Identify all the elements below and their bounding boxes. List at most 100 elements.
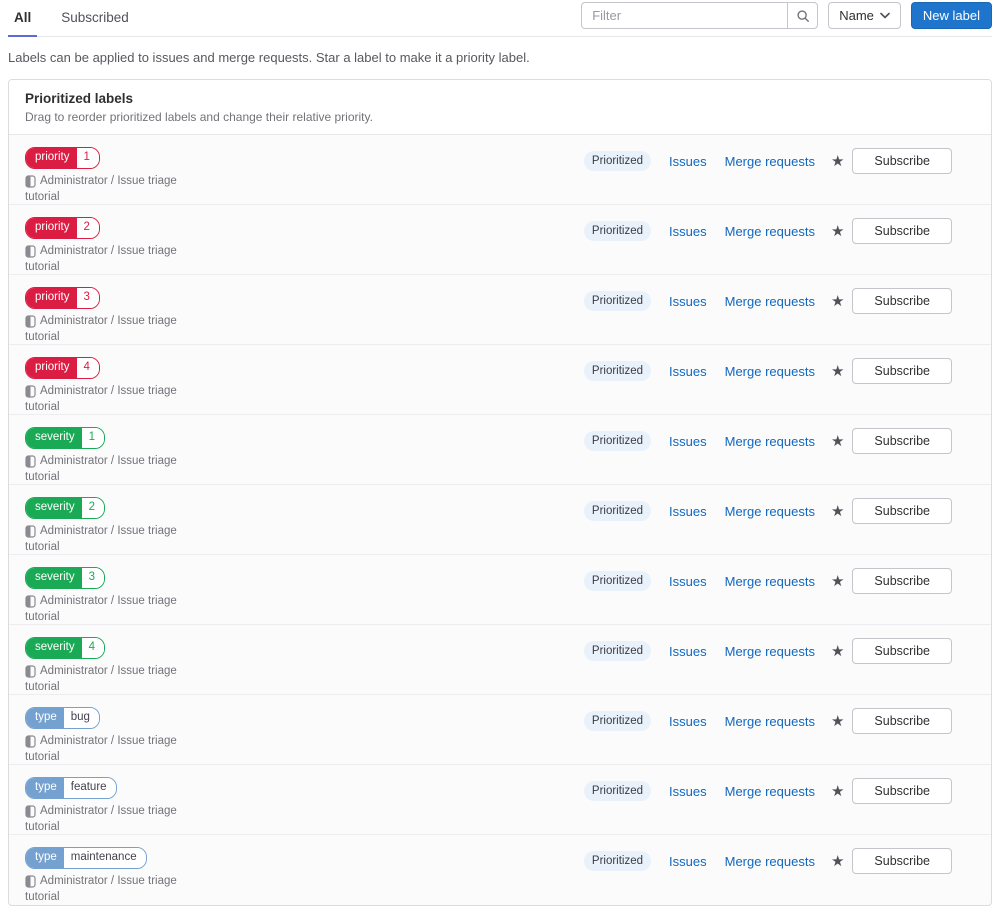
project-path: Administrator / Issue triage [25,594,177,608]
search-icon [797,9,809,22]
subscribe-button[interactable]: Subscribe [852,498,952,524]
subscribe-button[interactable]: Subscribe [852,148,952,174]
filter-input[interactable] [581,2,788,29]
label-row: type bug Administrator / Issue triage tu… [9,695,991,765]
kebab-menu-icon[interactable] [969,298,977,304]
scoped-label-badge[interactable]: severity 1 [25,427,106,449]
star-icon[interactable]: ★ [829,572,846,591]
prioritized-badge: Prioritized [583,571,652,591]
kebab-menu-icon[interactable] [969,368,977,374]
scoped-label-badge[interactable]: type feature [25,777,117,799]
star-icon[interactable]: ★ [829,642,846,661]
scoped-label-badge[interactable]: severity 3 [25,567,106,589]
sort-dropdown-label: Name [839,8,874,23]
label-row: type maintenance Administrator / Issue t… [9,835,991,905]
subscribe-button[interactable]: Subscribe [852,218,952,244]
subscribe-button[interactable]: Subscribe [852,848,952,874]
issues-link[interactable]: Issues [669,224,707,239]
scoped-label-badge[interactable]: type bug [25,707,100,729]
tab-all[interactable]: All [8,0,38,37]
issues-link[interactable]: Issues [669,504,707,519]
scoped-label-badge[interactable]: type maintenance [25,847,147,869]
subscribe-button[interactable]: Subscribe [852,288,952,314]
issues-link[interactable]: Issues [669,854,707,869]
star-icon[interactable]: ★ [829,782,846,801]
label-row-actions: Prioritized Issues Merge requests ★ Subs… [583,638,977,664]
star-icon[interactable]: ★ [829,712,846,731]
sort-dropdown[interactable]: Name [828,2,901,29]
star-icon[interactable]: ★ [829,502,846,521]
scoped-label-badge[interactable]: severity 4 [25,637,106,659]
label-row-left: priority 2 Administrator / Issue triage … [25,217,177,273]
issues-link[interactable]: Issues [669,364,707,379]
merge-requests-link[interactable]: Merge requests [725,364,815,379]
merge-requests-link[interactable]: Merge requests [725,714,815,729]
star-icon[interactable]: ★ [829,292,846,311]
search-button[interactable] [787,2,819,29]
label-value: bug [63,708,99,728]
merge-requests-link[interactable]: Merge requests [725,504,815,519]
new-label-button[interactable]: New label [910,2,992,29]
kebab-menu-icon[interactable] [969,578,977,584]
merge-requests-link[interactable]: Merge requests [725,224,815,239]
label-row-actions: Prioritized Issues Merge requests ★ Subs… [583,148,977,174]
kebab-menu-icon[interactable] [969,508,977,514]
star-icon[interactable]: ★ [829,222,846,241]
issues-link[interactable]: Issues [669,714,707,729]
subscribe-button[interactable]: Subscribe [852,358,952,384]
star-icon[interactable]: ★ [829,152,846,171]
merge-requests-link[interactable]: Merge requests [725,854,815,869]
subscribe-button[interactable]: Subscribe [852,638,952,664]
merge-requests-link[interactable]: Merge requests [725,784,815,799]
scoped-label-badge[interactable]: severity 2 [25,497,106,519]
merge-requests-link[interactable]: Merge requests [725,574,815,589]
chevron-down-icon [880,12,890,19]
project-icon [25,454,36,468]
scoped-label-badge[interactable]: priority 2 [25,217,100,239]
kebab-menu-icon[interactable] [969,718,977,724]
project-icon [25,874,36,888]
prioritized-badge: Prioritized [583,291,652,311]
project-path: Administrator / Issue triage [25,174,177,188]
prioritized-badge: Prioritized [583,221,652,241]
subscribe-button[interactable]: Subscribe [852,568,952,594]
project-path: Administrator / Issue triage [25,244,177,258]
kebab-menu-icon[interactable] [969,858,977,864]
merge-requests-link[interactable]: Merge requests [725,434,815,449]
kebab-menu-icon[interactable] [969,228,977,234]
kebab-menu-icon[interactable] [969,158,977,164]
subscribe-button[interactable]: Subscribe [852,428,952,454]
kebab-menu-icon[interactable] [969,648,977,654]
star-icon[interactable]: ★ [829,852,846,871]
project-path-continued: tutorial [25,400,60,413]
project-path-text: Administrator / Issue triage [40,175,177,187]
issues-link[interactable]: Issues [669,294,707,309]
scoped-label-badge[interactable]: priority 4 [25,357,100,379]
issues-link[interactable]: Issues [669,574,707,589]
kebab-menu-icon[interactable] [969,438,977,444]
issues-link[interactable]: Issues [669,434,707,449]
subscribe-button[interactable]: Subscribe [852,778,952,804]
issues-link[interactable]: Issues [669,644,707,659]
project-path-continued: tutorial [25,190,60,203]
star-icon[interactable]: ★ [829,432,846,451]
label-row: priority 3 Administrator / Issue triage … [9,275,991,345]
scoped-label-badge[interactable]: priority 3 [25,287,100,309]
merge-requests-link[interactable]: Merge requests [725,644,815,659]
merge-requests-link[interactable]: Merge requests [725,294,815,309]
scoped-label-badge[interactable]: priority 1 [25,147,100,169]
label-row-left: type bug Administrator / Issue triage tu… [25,707,177,763]
prioritized-badge: Prioritized [583,151,652,171]
project-path-text: Administrator / Issue triage [40,525,177,537]
merge-requests-link[interactable]: Merge requests [725,154,815,169]
issues-link[interactable]: Issues [669,784,707,799]
label-row-left: severity 2 Administrator / Issue triage … [25,497,177,553]
subscribe-button[interactable]: Subscribe [852,708,952,734]
issues-link[interactable]: Issues [669,154,707,169]
label-row-actions: Prioritized Issues Merge requests ★ Subs… [583,778,977,804]
kebab-menu-icon[interactable] [969,788,977,794]
label-row-actions: Prioritized Issues Merge requests ★ Subs… [583,568,977,594]
tab-subscribed[interactable]: Subscribed [55,0,135,37]
star-icon[interactable]: ★ [829,362,846,381]
label-row: severity 2 Administrator / Issue triage … [9,485,991,555]
